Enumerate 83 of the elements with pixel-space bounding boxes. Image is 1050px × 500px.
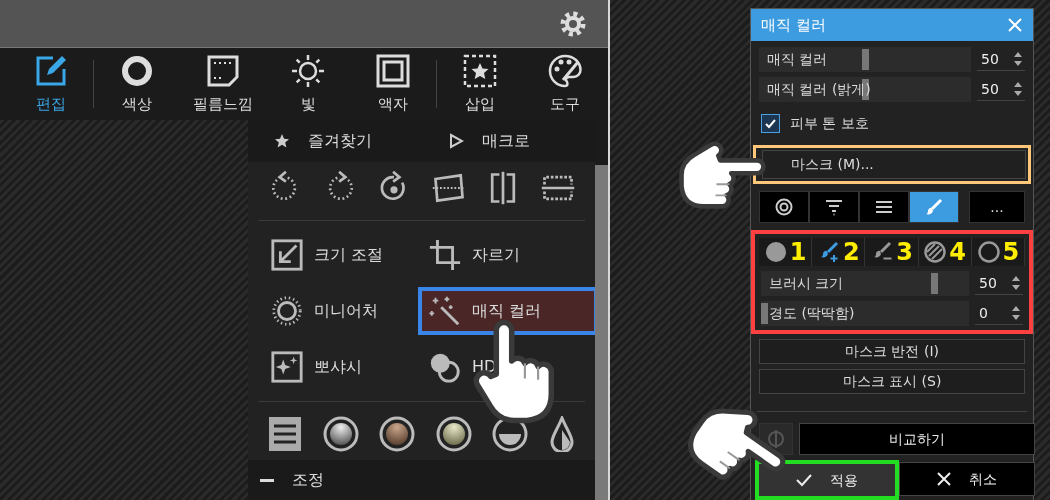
- annotation-number: 4: [949, 240, 967, 264]
- menu-tab[interactable]: 즐겨찾기: [248, 129, 422, 153]
- spinner-icon: [1011, 305, 1021, 321]
- dialog-title: 매직 컬러: [761, 14, 826, 36]
- list-icon: [268, 416, 303, 452]
- close-icon: [1007, 17, 1023, 33]
- tool-item[interactable]: 뽀샤시: [260, 343, 410, 391]
- gradient-circle-icon: [379, 416, 416, 452]
- section-header[interactable]: 조정: [248, 460, 595, 500]
- play-icon: [447, 133, 464, 149]
- brush-tool[interactable]: 2: [812, 238, 866, 266]
- menu-icon: [875, 198, 893, 216]
- apply-button[interactable]: 적용: [759, 464, 895, 496]
- resize-icon: [270, 238, 304, 272]
- annotation-number: 5: [1002, 240, 1020, 264]
- compare-button[interactable]: 비교하기: [799, 423, 1035, 455]
- tool-item[interactable]: 크기 조절: [260, 231, 410, 279]
- mask-tab[interactable]: [809, 191, 859, 223]
- drop-icon: [548, 416, 575, 452]
- slider-thumb[interactable]: [761, 303, 768, 324]
- gradient-circle-icon: [322, 416, 359, 452]
- tool-item[interactable]: 미니어처: [260, 287, 410, 335]
- spinner-icon: [1013, 81, 1023, 97]
- tool-item[interactable]: 자르기: [418, 231, 598, 279]
- filled-circle-icon: [763, 240, 788, 264]
- slider[interactable]: 브러시 크기: [761, 271, 969, 296]
- magic-wand-icon: [428, 294, 462, 328]
- tool-item[interactable]: 매직 컬러: [418, 287, 598, 335]
- mask-button[interactable]: 마스크 (M)...: [762, 150, 1026, 179]
- star-icon: [274, 133, 290, 149]
- annotation-number: 2: [842, 240, 860, 264]
- brush-tool[interactable]: 5: [971, 238, 1025, 266]
- toolbar-tab[interactable]: 삽입: [437, 52, 523, 116]
- check-icon: [764, 117, 777, 130]
- toolbar-tab[interactable]: 도구: [522, 52, 609, 116]
- crop-icon: [428, 238, 462, 272]
- toolbar-tab[interactable]: 편집: [8, 52, 94, 116]
- slider[interactable]: 경도 (딱딱함): [761, 301, 969, 326]
- menu-tab[interactable]: 매크로: [421, 129, 595, 153]
- split-circle-icon: [767, 429, 785, 449]
- dotted-circle-icon: [270, 294, 304, 328]
- annotation-number: 1: [789, 240, 807, 264]
- checkbox-label: 피부 톤 보호: [790, 114, 869, 133]
- slider-thumb[interactable]: [862, 49, 869, 70]
- palette-icon: [547, 52, 584, 89]
- brush-tool[interactable]: 4: [918, 238, 972, 266]
- section-label: 조정: [292, 469, 324, 491]
- mask-option-button[interactable]: 마스크 반전 (I): [759, 339, 1025, 364]
- sparkle-icon: [270, 350, 304, 384]
- mask-tab[interactable]: [759, 191, 809, 223]
- spinner-icon: [1013, 51, 1023, 67]
- close-icon: [937, 472, 951, 486]
- star-frame-icon: [461, 52, 498, 89]
- gradient-circle-icon: [435, 416, 472, 452]
- mask-tab[interactable]: [859, 191, 909, 223]
- checkbox[interactable]: [761, 114, 780, 133]
- number-field[interactable]: 50: [977, 48, 1025, 71]
- mask-tab[interactable]: [909, 191, 959, 223]
- spinner-icon: [1011, 275, 1021, 291]
- close-button[interactable]: [1007, 17, 1023, 33]
- toolbar-tab[interactable]: 액자: [350, 52, 437, 116]
- check-icon: [796, 473, 812, 487]
- toolbar-tab[interactable]: 색상: [94, 52, 180, 116]
- frame-icon: [375, 52, 412, 89]
- number-field[interactable]: 0: [975, 302, 1023, 325]
- brush-tool[interactable]: 3: [865, 238, 919, 266]
- more-button[interactable]: ...: [969, 191, 1025, 223]
- slider[interactable]: 매직 컬러 (밝게): [759, 77, 971, 102]
- brush-tool[interactable]: 1: [759, 238, 813, 266]
- target-icon: [775, 198, 793, 216]
- number-field[interactable]: 50: [975, 272, 1023, 295]
- slider-thumb[interactable]: [930, 273, 938, 294]
- annotation-number: 3: [896, 240, 913, 264]
- sun-icon: [290, 52, 327, 89]
- slider[interactable]: 매직 컬러: [759, 47, 971, 72]
- number-field[interactable]: 50: [977, 78, 1025, 101]
- toolbar-tab[interactable]: 필름느낌: [179, 52, 266, 116]
- toolbar-tab[interactable]: 빛: [265, 52, 351, 116]
- filter-icon: [825, 198, 843, 216]
- cancel-button[interactable]: 취소: [899, 462, 1035, 496]
- mask-option-button[interactable]: 마스크 표시 (S): [759, 369, 1025, 394]
- brush-icon: [925, 198, 943, 216]
- hatched-circle-icon: [923, 240, 948, 264]
